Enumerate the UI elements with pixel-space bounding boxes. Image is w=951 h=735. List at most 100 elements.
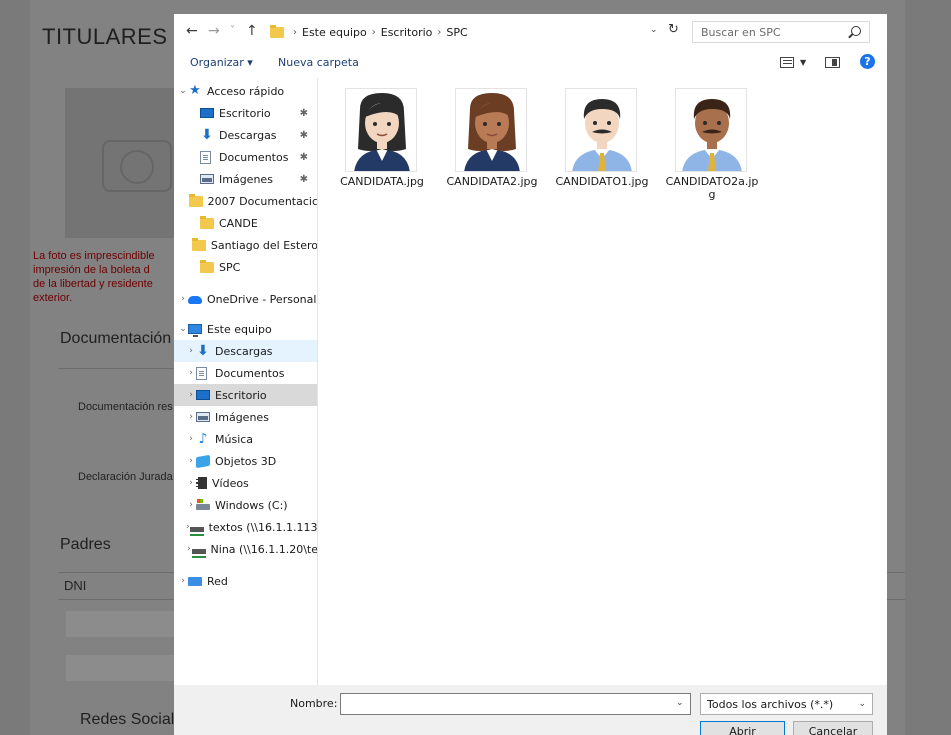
forward-button[interactable]: → (208, 23, 220, 39)
nav-item[interactable]: › Vídeos (174, 472, 317, 494)
nav-item[interactable]: CANDE (174, 212, 317, 234)
man-avatar-icon (682, 99, 742, 171)
nav-item[interactable]: › Documentos (174, 362, 317, 384)
breadcrumb-item[interactable]: Escritorio (381, 26, 433, 39)
chevron-right-icon[interactable]: › (186, 390, 196, 400)
nav-item[interactable]: 2007 Documentacic (174, 190, 318, 212)
chevron-right-icon[interactable]: › (186, 434, 196, 444)
breadcrumb[interactable]: › Este equipo › Escritorio › SPC (268, 21, 700, 43)
breadcrumb-item[interactable]: SPC (446, 26, 467, 39)
file-thumbnail[interactable] (455, 88, 527, 172)
nav-item[interactable]: › Windows (C:) (174, 494, 317, 516)
nav-item[interactable]: › Objetos 3D (174, 450, 317, 472)
download-icon: ⬇ (201, 127, 213, 143)
refresh-icon[interactable]: ↻ (668, 22, 679, 37)
chevron-down-icon[interactable]: ⌄ (650, 25, 658, 35)
folder-icon (200, 259, 214, 273)
file-thumbnail[interactable] (675, 88, 747, 172)
nav-item[interactable]: › textos (\\16.1.1.113) (174, 516, 318, 538)
chevron-right-icon[interactable]: › (186, 412, 196, 422)
nav-item[interactable]: › Nina (\\16.1.1.20\te (174, 538, 317, 560)
nav-item[interactable]: ⌄ ★ Acceso rápido (174, 80, 317, 102)
toolbar: Organizar ▾ Nueva carpeta ▼ ? (174, 50, 887, 74)
video-icon (196, 477, 207, 489)
chevron-right-icon[interactable]: › (186, 368, 196, 378)
dni-input[interactable] (66, 611, 176, 637)
photo-warning-text: La foto es imprescindible impresión de l… (33, 249, 173, 305)
file-type-select[interactable]: Todos los archivos (*.*) ⌄ (700, 693, 873, 715)
back-button[interactable]: ← (186, 23, 198, 39)
desktop-icon (196, 390, 210, 400)
nav-item-label: OneDrive - Personal (207, 292, 317, 306)
search-box[interactable] (692, 21, 870, 43)
chevron-right-icon: › (293, 26, 297, 38)
nav-item[interactable]: ⌄ Este equipo (174, 318, 317, 340)
nav-item-label: Red (207, 574, 228, 588)
nav-item-label: Acceso rápido (207, 84, 285, 98)
search-input[interactable] (701, 25, 841, 40)
file-list: CANDIDATA.jpg CANDIDATA2.jpg CANDIDATO1.jp… (319, 78, 887, 685)
name-input-bg[interactable] (66, 655, 176, 681)
nav-item[interactable]: › ♪ Música (174, 428, 317, 450)
nav-item[interactable]: Documentos ✱ (174, 146, 317, 168)
nav-item-label: textos (\\16.1.1.113) (208, 520, 318, 534)
file-item[interactable]: CANDIDATA2.jpg (443, 84, 541, 214)
nav-item[interactable]: Santiago del Estero (174, 234, 317, 256)
label-dni: DNI (64, 578, 87, 593)
file-item[interactable]: CANDIDATO1.jpg (553, 84, 651, 214)
nav-item-label: 2007 Documentacic (207, 194, 318, 208)
new-folder-button[interactable]: Nueva carpeta (278, 56, 359, 69)
organize-button[interactable]: Organizar ▾ (190, 56, 253, 69)
images-icon (196, 412, 210, 422)
chevron-right-icon[interactable]: › (186, 478, 196, 488)
nav-item[interactable]: Escritorio ✱ (174, 102, 317, 124)
nav-item[interactable]: Imágenes ✱ (174, 168, 317, 190)
warning-line: impresión de la boleta d (33, 264, 150, 276)
up-button[interactable]: ↑ (246, 23, 258, 39)
nav-item[interactable]: › Escritorio (174, 384, 317, 406)
music-icon: ♪ (198, 431, 208, 447)
file-name-input[interactable] (340, 693, 691, 715)
nav-item-label: Vídeos (212, 476, 249, 490)
section-redes-sociales: Redes Social (80, 711, 175, 728)
chevron-right-icon[interactable]: › (178, 576, 188, 586)
nav-item[interactable]: › ⬇ Descargas (174, 340, 317, 362)
file-item[interactable]: CANDIDATA.jpg (333, 84, 431, 214)
divider (58, 572, 178, 573)
folder-icon (200, 215, 214, 229)
nav-item[interactable]: SPC (174, 256, 317, 278)
pin-icon: ✱ (299, 107, 308, 119)
nav-item[interactable]: › OneDrive - Personal (174, 288, 317, 310)
search-icon[interactable] (851, 26, 861, 36)
dialog-footer: Nombre: ⌄ Todos los archivos (*.*) ⌄ Abr… (174, 685, 887, 735)
breadcrumb-item[interactable]: Este equipo (302, 26, 367, 39)
chevron-right-icon[interactable]: › (186, 500, 196, 510)
document-icon (200, 150, 211, 164)
chevron-right-icon[interactable]: › (178, 294, 188, 304)
nav-item-label: Descargas (219, 128, 277, 142)
view-options-icon[interactable] (780, 57, 794, 68)
nav-item[interactable]: › Imágenes (174, 406, 317, 428)
preview-pane-icon[interactable] (825, 57, 840, 68)
chevron-down-icon[interactable]: ⌄ (178, 324, 188, 334)
cube-icon (196, 454, 210, 468)
label-documentacion-respaldatoria: Documentación res (78, 401, 173, 413)
chevron-down-icon[interactable]: ⌄ (676, 698, 684, 708)
pin-icon: ✱ (299, 151, 308, 163)
file-item[interactable]: CANDIDATO2a.jpg (663, 84, 761, 214)
recent-locations-button[interactable]: ˅ (230, 25, 235, 36)
file-thumbnail[interactable] (565, 88, 637, 172)
chevron-right-icon[interactable]: › (186, 346, 196, 356)
chevron-right-icon[interactable]: › (186, 456, 196, 466)
chevron-down-icon[interactable]: ⌄ (178, 86, 188, 96)
nav-item-label: Escritorio (219, 106, 271, 120)
open-button[interactable]: Abrir (700, 721, 785, 735)
divider (887, 599, 905, 600)
network-icon (188, 576, 202, 586)
cancel-button[interactable]: Cancelar (793, 721, 873, 735)
help-icon[interactable]: ? (860, 54, 875, 69)
file-thumbnail[interactable] (345, 88, 417, 172)
chevron-down-icon[interactable]: ▼ (800, 58, 806, 67)
nav-item[interactable]: › Red (174, 570, 317, 592)
nav-item[interactable]: ⬇ Descargas ✱ (174, 124, 317, 146)
